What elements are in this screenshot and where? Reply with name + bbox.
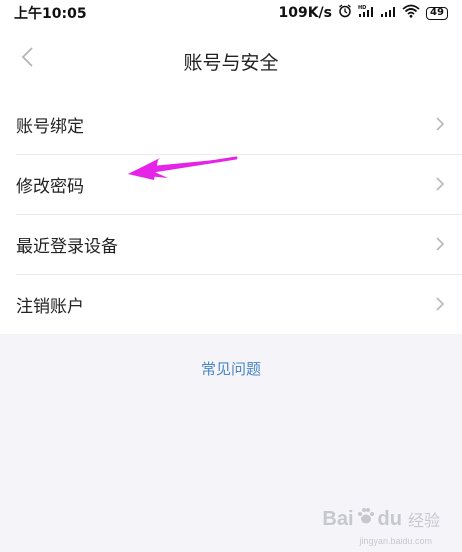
settings-list: 账号绑定 修改密码 最近登录设备 注销账户 [0,94,462,334]
watermark-logo: Bai du 经验 [322,506,440,532]
chevron-right-icon [434,235,446,253]
watermark-brand: Bai [322,507,354,530]
chevron-right-icon [434,175,446,193]
signal-icon [380,4,396,22]
faq-link-row: 常见问题 [0,358,462,379]
menu-item-delete-account[interactable]: 注销账户 [0,274,462,334]
nav-bar: 账号与安全 [0,26,462,94]
menu-item-label: 注销账户 [16,296,84,317]
alarm-icon [338,4,352,22]
faq-link[interactable]: 常见问题 [201,360,261,378]
status-icons: 109K/s HD 49 [278,4,448,22]
menu-item-recent-devices[interactable]: 最近登录设备 [0,214,462,274]
watermark-sub: 经验 [407,513,440,530]
chevron-right-icon [434,295,446,313]
network-speed: 109K/s [278,5,332,21]
paw-icon [356,506,376,532]
menu-item-label: 账号绑定 [16,116,84,137]
menu-item-account-binding[interactable]: 账号绑定 [0,94,462,154]
watermark-url: jingyan.baidu.com [359,536,432,546]
page-title: 账号与安全 [183,52,279,74]
menu-item-label: 修改密码 [16,176,84,197]
wifi-icon [402,4,420,22]
chevron-right-icon [434,115,446,133]
watermark-suffix: du [377,507,402,530]
svg-text:HD: HD [358,5,366,11]
battery-icon: 49 [426,6,448,20]
menu-item-change-password[interactable]: 修改密码 [0,154,462,214]
signal-hd-icon: HD [358,4,374,22]
status-bar: 上午10:05 109K/s HD 49 [0,0,462,26]
status-time: 上午10:05 [14,6,87,22]
menu-item-label: 最近登录设备 [16,236,118,257]
